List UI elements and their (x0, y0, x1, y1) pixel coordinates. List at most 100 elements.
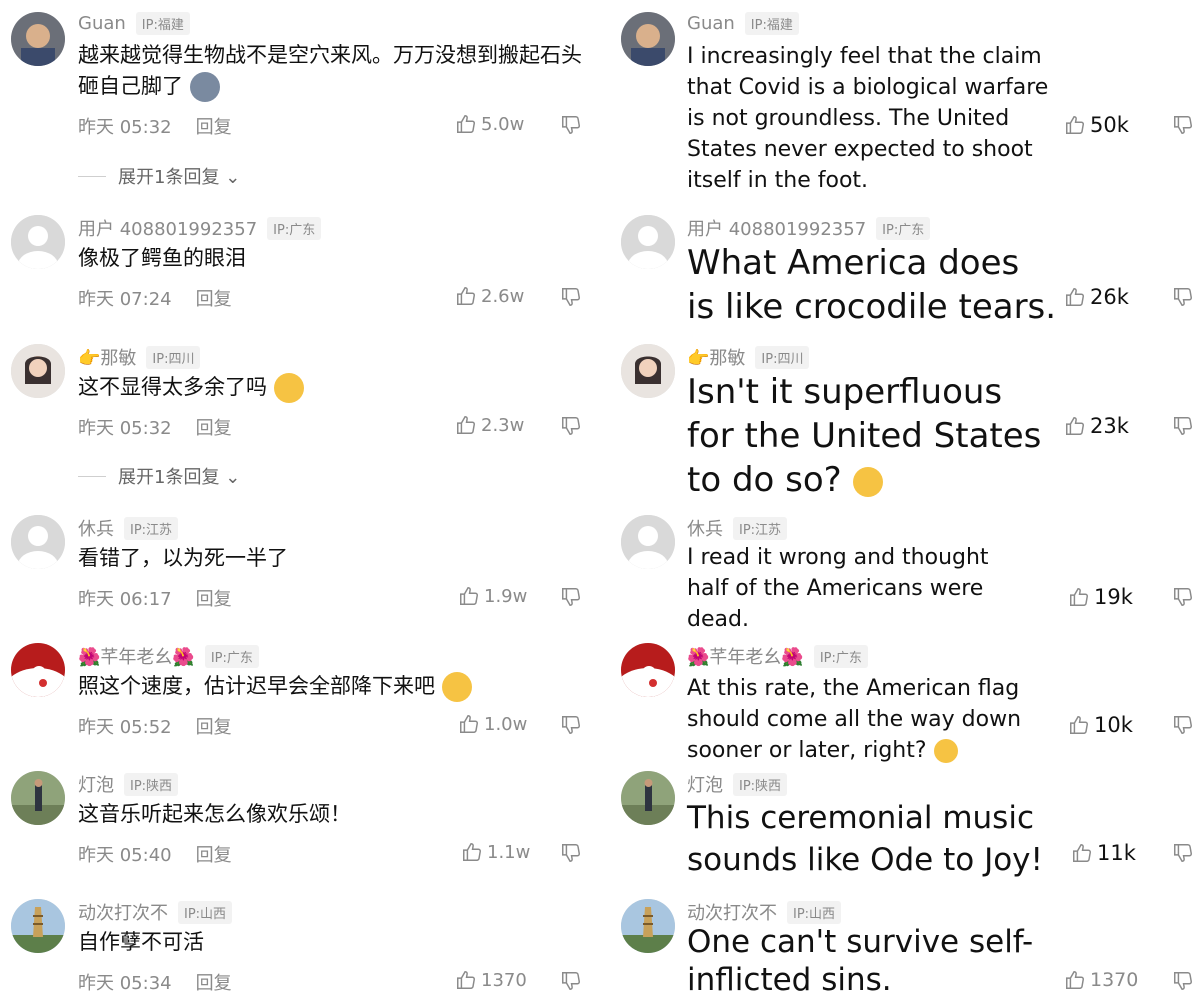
translated-comments-panel: Guan IP:福建 I increasingly feel that the … (610, 0, 1200, 1005)
expand-replies-toggle[interactable]: 展开1条回复 ⌄ (0, 463, 600, 493)
like-button[interactable]: 2.6w (455, 285, 524, 307)
like-button[interactable]: 1.9w (458, 585, 527, 607)
user-row: 动次打次不 IP:山西 (687, 899, 842, 925)
thumbs-down-icon[interactable] (1172, 842, 1194, 864)
chevron-down-icon: ⌄ (225, 167, 241, 188)
avatar[interactable] (621, 771, 675, 825)
ip-location-badge: IP:山西 (787, 900, 842, 924)
comment-meta: 昨天 05:34 回复 (78, 969, 232, 995)
username[interactable]: Guan (687, 13, 735, 34)
expand-replies-label: 展开1条回复 ⌄ (118, 167, 241, 188)
comment-item: Guan IP:福建 越来越觉得生物战不是空穴来风。万万没想到搬起石头砸自己脚了… (0, 0, 600, 145)
comment-meta: 昨天 05:52 回复 (78, 713, 232, 739)
avatar[interactable] (11, 643, 65, 697)
reply-button[interactable]: 回复 (196, 713, 232, 739)
comment-text: 这音乐听起来怎么像欢乐颂！ (78, 802, 351, 826)
divider-line (78, 476, 106, 477)
thumbs-down-icon[interactable] (1172, 415, 1194, 437)
timestamp: 昨天 07:24 (78, 289, 172, 310)
thumbs-down-icon[interactable] (1172, 286, 1194, 308)
comment-item: 休兵 IP:江苏 看错了，以为死一半了 昨天 06:17 回复 1.9w (0, 503, 600, 618)
thumbs-up-icon (1066, 971, 1084, 989)
laughing-crying-emoji-icon (852, 466, 883, 497)
like-count: 23k (1090, 414, 1129, 438)
username[interactable]: 休兵 (687, 515, 723, 541)
thumbs-up-icon (457, 416, 475, 434)
like-button[interactable]: 5.0w (455, 113, 524, 135)
thumbs-down-icon[interactable] (560, 415, 582, 437)
like-button[interactable]: 50k (1064, 113, 1129, 137)
like-count: 2.3w (481, 414, 525, 436)
username[interactable]: 动次打次不 (78, 899, 168, 925)
like-button[interactable]: 1.1w (461, 841, 530, 863)
like-button[interactable]: 1370 (455, 969, 527, 991)
username[interactable]: 灯泡 (78, 771, 114, 797)
like-count: 1.9w (484, 585, 528, 607)
like-button[interactable]: 1.0w (458, 713, 527, 735)
like-button[interactable]: 1370 (1064, 969, 1138, 991)
thumbs-down-icon[interactable] (1172, 970, 1194, 992)
avatar[interactable] (11, 344, 65, 398)
comment-text: 像极了鳄鱼的眼泪 (78, 246, 246, 270)
reply-button[interactable]: 回复 (196, 414, 232, 440)
username[interactable]: 动次打次不 (687, 899, 777, 925)
thumbs-down-icon[interactable] (560, 714, 582, 736)
ip-location-badge: IP:广东 (813, 644, 868, 668)
thumbs-down-icon[interactable] (560, 970, 582, 992)
like-button[interactable]: 19k (1068, 585, 1133, 609)
username[interactable]: 👉那敏 (78, 344, 136, 370)
avatar[interactable] (11, 771, 65, 825)
username[interactable]: 用户 408801992357 (687, 215, 866, 241)
thumbs-down-icon[interactable] (560, 842, 582, 864)
avatar[interactable] (11, 215, 65, 269)
username[interactable]: 🌺芊年老幺🌺 (687, 643, 804, 669)
username[interactable]: Guan (78, 13, 126, 34)
like-button[interactable]: 11k (1071, 841, 1136, 865)
comment-text: 这不显得太多余了吗 (78, 372, 304, 403)
thumbs-down-icon[interactable] (560, 586, 582, 608)
ip-location-badge: IP:四川 (755, 345, 810, 369)
user-row: 用户 408801992357 IP:广东 (78, 215, 322, 241)
avatar[interactable] (621, 515, 675, 569)
username[interactable]: 用户 408801992357 (78, 215, 257, 241)
thumbs-down-icon[interactable] (1172, 586, 1194, 608)
avatar[interactable] (621, 899, 675, 953)
like-count: 50k (1090, 113, 1129, 137)
avatar[interactable] (11, 515, 65, 569)
like-count: 1.0w (484, 713, 528, 735)
reply-button[interactable]: 回复 (196, 969, 232, 995)
avatar[interactable] (11, 12, 65, 66)
like-button[interactable]: 10k (1068, 713, 1133, 737)
like-count: 1.1w (487, 841, 531, 863)
avatar[interactable] (621, 344, 675, 398)
avatar[interactable] (621, 12, 675, 66)
thumbs-down-icon[interactable] (560, 286, 582, 308)
like-button[interactable]: 23k (1064, 414, 1129, 438)
user-row: 动次打次不 IP:山西 (78, 899, 233, 925)
avatar[interactable] (621, 215, 675, 269)
reply-button[interactable]: 回复 (196, 585, 232, 611)
thumbs-up-icon (463, 843, 481, 861)
thumbs-down-icon[interactable] (1172, 114, 1194, 136)
reply-button[interactable]: 回复 (196, 285, 232, 311)
thumbs-down-icon[interactable] (1172, 714, 1194, 736)
user-row: 👉那敏 IP:四川 (687, 344, 810, 370)
thumbs-down-icon[interactable] (560, 114, 582, 136)
avatar[interactable] (621, 643, 675, 697)
like-button[interactable]: 26k (1064, 285, 1129, 309)
username[interactable]: 休兵 (78, 515, 114, 541)
avatar[interactable] (11, 899, 65, 953)
username[interactable]: 灯泡 (687, 771, 723, 797)
user-row: 🌺芊年老幺🌺 IP:广东 (687, 643, 868, 669)
thumbs-up-icon (1066, 116, 1084, 134)
expand-replies-toggle[interactable]: 展开1条回复 ⌄ (0, 163, 600, 193)
like-count: 5.0w (481, 113, 525, 135)
like-button[interactable]: 2.3w (455, 414, 524, 436)
reply-button[interactable]: 回复 (196, 841, 232, 867)
user-row: Guan IP:福建 (687, 12, 799, 35)
username[interactable]: 👉那敏 (687, 344, 745, 370)
username[interactable]: 🌺芊年老幺🌺 (78, 643, 195, 669)
reply-button[interactable]: 回复 (196, 113, 232, 139)
expand-replies-label: 展开1条回复 ⌄ (118, 467, 241, 488)
comment-text-content: At this rate, the American flag should c… (687, 676, 1022, 763)
